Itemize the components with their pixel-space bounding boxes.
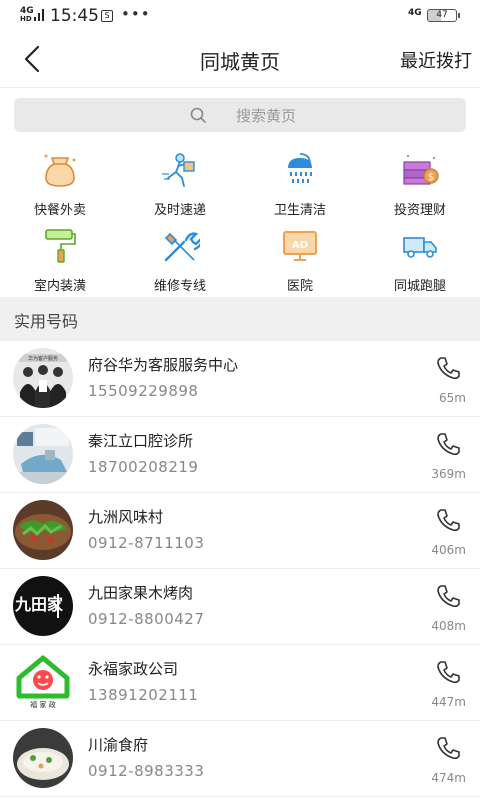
contact-distance: 65m	[439, 391, 466, 405]
contact-name: 九田家果木烤肉	[88, 584, 194, 602]
list-item[interactable]: 福 家 政 永福家政公司 13891202111 447m	[0, 645, 480, 721]
avatar: 九田家	[13, 576, 73, 636]
avatar-caption: 华为客户服务	[28, 355, 58, 362]
phone-icon[interactable]	[434, 659, 462, 687]
list-item[interactable]: 华为客户服务 府谷华为客服服务中心 15509229898 65m	[0, 341, 480, 417]
category-label: 及时速递	[153, 203, 206, 218]
phone-icon[interactable]	[434, 355, 462, 383]
category-investment[interactable]: $ 投资理财	[360, 146, 480, 220]
ad-monitor-icon: AD	[283, 231, 317, 261]
contact-distance: 406m	[431, 543, 466, 557]
status-bar: 4G HD 15:45 S ••• 4G 47	[0, 0, 480, 32]
tools-icon	[164, 232, 200, 262]
category-interior-decoration[interactable]: 室内装潢	[0, 222, 120, 296]
contact-phone: 15509229898	[88, 382, 199, 400]
contact-distance: 408m	[431, 619, 466, 633]
search-input[interactable]: 搜索黄页	[14, 98, 466, 132]
network-indicator: 4G HD	[20, 7, 34, 24]
category-fast-food[interactable]: 快餐外卖	[0, 146, 120, 220]
category-cleaning[interactable]: 卫生清洁	[240, 146, 360, 220]
contact-distance: 447m	[431, 695, 466, 709]
search-icon	[190, 107, 206, 123]
network-sub-label: HD	[20, 15, 32, 23]
truck-icon	[403, 237, 437, 258]
contact-distance: 474m	[431, 771, 466, 785]
avatar: 福 家 政	[13, 652, 73, 712]
category-errand-runner[interactable]: 同城跑腿	[360, 222, 480, 296]
section-title: 实用号码	[14, 312, 79, 331]
category-label: 快餐外卖	[33, 203, 86, 218]
section-header: 实用号码	[0, 297, 480, 341]
notification-s-icon: S	[101, 10, 113, 22]
phone-icon[interactable]	[434, 735, 462, 763]
shower-icon	[288, 153, 312, 183]
app-header: 同城黄页 最近拨打	[0, 32, 480, 88]
recent-calls-button[interactable]: 最近拨打	[400, 47, 472, 73]
network-right-label: 4G	[408, 8, 422, 18]
phone-icon[interactable]	[434, 583, 462, 611]
paint-roller-icon	[45, 229, 76, 263]
category-hospital[interactable]: AD 医院	[240, 222, 360, 296]
signal-icon	[34, 9, 44, 21]
avatar	[13, 424, 73, 484]
contact-phone: 0912-8983333	[88, 762, 205, 780]
category-label: 维修专线	[153, 279, 206, 294]
svg-text:$: $	[428, 172, 434, 183]
category-label: 投资理财	[393, 203, 446, 218]
list-item[interactable]: 九田家 九田家果木烤肉 0912-8800427 408m	[0, 569, 480, 645]
category-label: 同城跑腿	[393, 279, 446, 294]
avatar-caption: 九田家	[14, 595, 64, 614]
avatar	[13, 728, 73, 788]
courier-icon	[162, 153, 195, 187]
list-item[interactable]: 九洲风味村 0912-8711103 406m	[0, 493, 480, 569]
category-label: 室内装潢	[33, 279, 86, 294]
contact-phone: 0912-8800427	[88, 610, 205, 628]
status-time: 15:45	[50, 6, 99, 26]
category-label: 卫生清洁	[273, 203, 326, 218]
category-repair-hotline[interactable]: 维修专线	[120, 222, 240, 296]
contact-name: 川渝食府	[88, 736, 149, 754]
avatar: 华为客户服务	[13, 348, 73, 408]
battery-icon: 47	[427, 9, 460, 22]
category-label: 医院	[286, 279, 313, 294]
contact-distance: 369m	[431, 467, 466, 481]
money-stack-icon: $	[403, 154, 439, 185]
contact-phone: 18700208219	[88, 458, 199, 476]
contact-name: 永福家政公司	[88, 660, 179, 678]
avatar	[13, 500, 73, 560]
search-placeholder: 搜索黄页	[236, 107, 297, 125]
food-bag-icon	[44, 154, 76, 187]
contact-name: 九洲风味村	[88, 508, 164, 526]
contact-name: 秦江立口腔诊所	[88, 432, 194, 450]
battery-level: 47	[436, 10, 448, 20]
avatar-caption: 福 家 政	[30, 700, 55, 709]
contact-name: 府谷华为客服服务中心	[88, 356, 239, 374]
list-item[interactable]: 川渝食府 0912-8983333 474m	[0, 721, 480, 797]
category-express-delivery[interactable]: 及时速递	[120, 146, 240, 220]
svg-text:AD: AD	[292, 240, 308, 251]
phone-icon[interactable]	[434, 507, 462, 535]
contact-phone: 13891202111	[88, 686, 199, 704]
contact-phone: 0912-8711103	[88, 534, 205, 552]
phone-icon[interactable]	[434, 431, 462, 459]
more-notifications-icon: •••	[121, 5, 151, 23]
list-item[interactable]: 秦江立口腔诊所 18700208219 369m	[0, 417, 480, 493]
